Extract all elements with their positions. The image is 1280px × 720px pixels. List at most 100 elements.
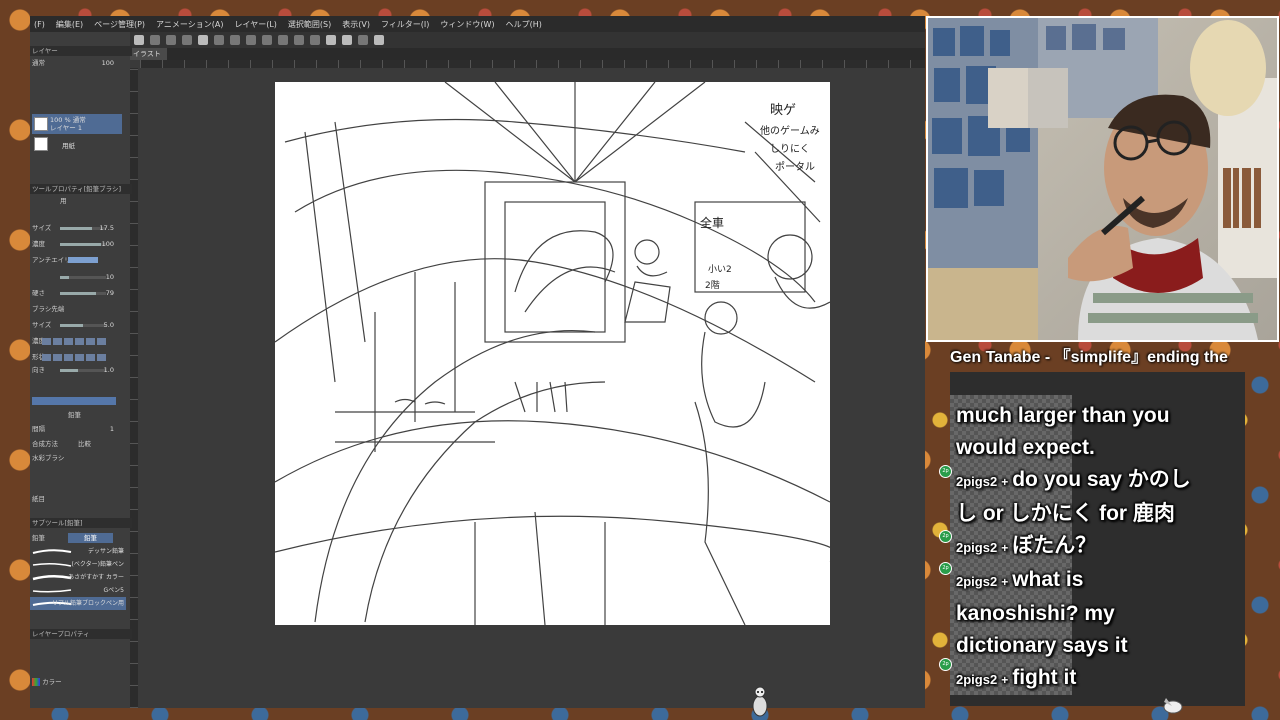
chat-line: 2pigs2 + what is — [950, 564, 1240, 598]
property-row-density[interactable]: 濃度 100 — [32, 239, 126, 249]
help-icon[interactable] — [374, 35, 384, 45]
menu-file[interactable]: (F) — [34, 20, 45, 29]
chat-line: 2pigs2 + do you say かのし — [950, 464, 1240, 498]
sketch-note: 2階 — [705, 280, 720, 291]
subtool-header: サブツール[鉛筆] — [30, 518, 132, 528]
command-bar — [130, 32, 925, 48]
stroke-label: 鉛筆 — [68, 411, 81, 419]
property-value: 5.0 — [103, 321, 114, 329]
direction-slider[interactable] — [60, 369, 106, 372]
property-row-hardness[interactable]: 硬さ 79 — [32, 288, 126, 298]
menu-edit[interactable]: 編集(E) — [56, 19, 83, 30]
now-playing-text: Gen Tanabe - 『simplife』ending the — [950, 349, 1228, 366]
layer-panel-header: レイヤー — [30, 46, 132, 56]
paper-texture-row[interactable]: 紙目 — [32, 494, 126, 504]
chat-line: much larger than you — [950, 400, 1240, 432]
brush-item[interactable]: あさがすかす カラー — [30, 571, 126, 584]
transform-icon[interactable] — [278, 35, 288, 45]
stroke-row[interactable] — [32, 396, 126, 406]
property-slider[interactable] — [60, 276, 106, 279]
clear-icon[interactable] — [246, 35, 256, 45]
brush-item[interactable]: Gペン5 — [30, 584, 126, 597]
blend-mode-select[interactable]: 通常 100 — [32, 58, 126, 68]
menu-filter[interactable]: フィルター(I) — [381, 19, 429, 30]
new-file-icon[interactable] — [134, 35, 144, 45]
brush-item[interactable]: (ベクター)鉛筆ペン — [30, 558, 126, 571]
menu-view[interactable]: 表示(V) — [342, 19, 370, 30]
property-row-tip-size[interactable]: サイズ 5.0 — [32, 320, 126, 330]
layer-row[interactable]: 用紙 — [32, 134, 122, 154]
brush-item-selected[interactable]: リアル鉛筆ブロックペン用 — [30, 597, 126, 610]
sketch-note: 小い2 — [708, 264, 732, 275]
property-row-antialias[interactable]: アンチエイリアス — [32, 255, 126, 265]
property-value: 79 — [105, 289, 114, 297]
check-icon[interactable] — [342, 35, 352, 45]
subtool-tab[interactable]: 鉛筆 — [32, 534, 45, 542]
stroke-buttons[interactable] — [32, 397, 116, 405]
menu-help[interactable]: ヘルプ(H) — [506, 19, 542, 30]
brush-preset[interactable]: 用 — [32, 196, 126, 206]
brush-stroke-preview — [32, 589, 72, 593]
redo-icon[interactable] — [214, 35, 224, 45]
property-row[interactable]: 10 — [32, 272, 126, 282]
tip-size-slider[interactable] — [60, 324, 106, 327]
watercolor-row[interactable]: 水彩ブラシ — [32, 453, 126, 463]
tab-illustration[interactable]: イラスト — [130, 48, 167, 60]
pen-icon[interactable] — [326, 35, 336, 45]
plus-icon: + — [1001, 475, 1009, 489]
menu-page[interactable]: ページ管理(P) — [94, 19, 145, 30]
menu-bar: (F) 編集(E) ページ管理(P) アニメーション(A) レイヤー(L) 選択… — [30, 16, 925, 32]
property-row-size[interactable]: サイズ 17.5 — [32, 223, 126, 233]
sketch-note: 全車 — [700, 215, 724, 230]
plus-icon: + — [1001, 541, 1009, 555]
property-row-shape[interactable]: 形状 — [32, 352, 126, 362]
crop-icon[interactable] — [294, 35, 304, 45]
stroke-type-row[interactable]: 鉛筆 — [32, 410, 126, 420]
print-icon[interactable] — [182, 35, 192, 45]
menu-window[interactable]: ウィンドウ(W) — [440, 19, 494, 30]
property-row-tip-density[interactable]: 濃度 — [32, 336, 126, 346]
save-icon[interactable] — [166, 35, 176, 45]
edit-icon[interactable] — [358, 35, 368, 45]
density-slider[interactable] — [60, 243, 106, 246]
chat-text: kanoshishi? my — [956, 602, 1115, 625]
settings-icon[interactable] — [230, 35, 240, 45]
antialias-toggle[interactable] — [68, 257, 98, 263]
spacing-label: 間隔 — [32, 425, 45, 433]
property-row-direction[interactable]: 向き 1.0 — [32, 365, 126, 375]
chat-text: do you say かのし — [1012, 468, 1191, 491]
chat-line: し or しかにく for 鹿肉 — [950, 498, 1240, 530]
shape-swatches[interactable] — [42, 354, 108, 361]
spacing-value: 1 — [109, 425, 114, 433]
chat-text: ぼたん？ — [1012, 534, 1097, 557]
brush-name: Gペン5 — [103, 587, 124, 594]
brush-item[interactable]: デッサン鉛筆 — [30, 545, 126, 558]
plus-icon: + — [1001, 673, 1009, 687]
user-badge-icon: 2p — [939, 658, 952, 671]
drawing-canvas[interactable]: 映ゲ 他のゲームみ しりにく ポータル 全車 小い2 2階 — [275, 82, 830, 625]
webcam-feed — [926, 16, 1279, 342]
blend-method-row[interactable]: 合成方法 比較 — [32, 439, 126, 449]
subtool-tab-active[interactable]: 鉛筆 — [68, 533, 113, 543]
chat-username: 2pigs2 — [956, 540, 998, 555]
opacity-value: 100 — [101, 59, 114, 67]
sketch-note: ポータル — [775, 161, 815, 173]
layer-row[interactable]: 100 % 通常 レイヤー 1 — [32, 114, 122, 134]
menu-selection[interactable]: 選択範囲(S) — [288, 19, 331, 30]
deselect-icon[interactable] — [310, 35, 320, 45]
horizontal-ruler — [140, 60, 925, 68]
menu-animation[interactable]: アニメーション(A) — [156, 19, 223, 30]
open-file-icon[interactable] — [150, 35, 160, 45]
paper-texture-label: 紙目 — [32, 495, 45, 503]
menu-layer[interactable]: レイヤー(L) — [234, 19, 276, 30]
brush-stroke-preview — [32, 549, 72, 554]
undo-icon[interactable] — [198, 35, 208, 45]
layer-property-header: レイヤープロパティ — [30, 629, 132, 639]
chat-text: what is — [1012, 568, 1084, 591]
chat-messages: much larger than you would expect. 2pigs… — [950, 400, 1240, 696]
fill-icon[interactable] — [262, 35, 272, 45]
spacing-row[interactable]: 間隔 1 — [32, 424, 126, 434]
hardness-slider[interactable] — [60, 292, 106, 295]
color-row[interactable]: カラー — [32, 677, 126, 687]
tip-swatches[interactable] — [42, 338, 108, 345]
